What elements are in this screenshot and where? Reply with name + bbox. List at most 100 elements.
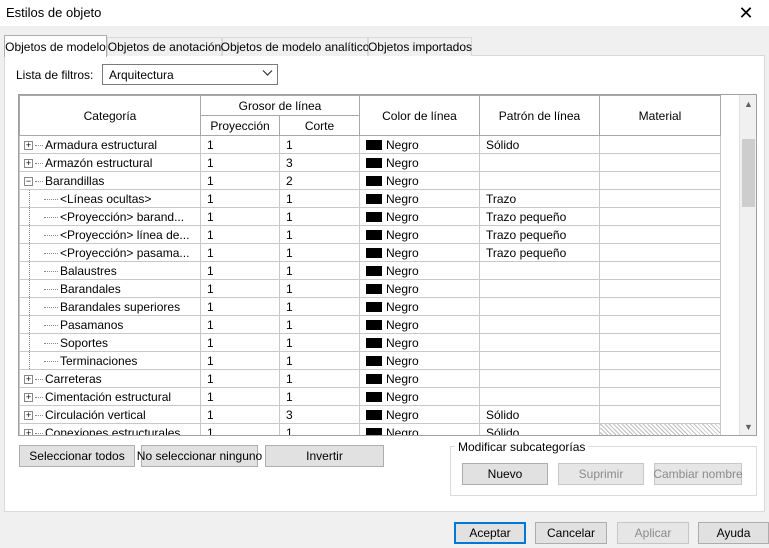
category-cell[interactable]: Barandales — [19, 279, 201, 298]
header-material[interactable]: Material — [599, 95, 721, 136]
projection-cell[interactable]: 1 — [200, 315, 280, 334]
category-cell[interactable]: + Cimentación estructural — [19, 387, 201, 406]
line-pattern-cell[interactable] — [479, 297, 600, 316]
plus-box-icon[interactable]: + — [24, 392, 33, 402]
header-color-de-linea[interactable]: Color de línea — [359, 95, 480, 136]
projection-cell[interactable]: 1 — [200, 351, 280, 370]
material-cell[interactable] — [599, 423, 721, 435]
line-color-cell[interactable]: Negro — [359, 279, 480, 298]
category-cell[interactable]: Balaustres — [19, 261, 201, 280]
table-row[interactable]: + Circulación vertical 1 3 Negro Sólido — [19, 405, 721, 424]
cut-cell[interactable]: 3 — [279, 153, 360, 172]
material-cell[interactable] — [599, 279, 721, 298]
header-patron-de-linea[interactable]: Patrón de línea — [479, 95, 600, 136]
cut-cell[interactable]: 1 — [279, 225, 360, 244]
table-row[interactable]: Soportes 1 1 Negro — [19, 333, 721, 352]
plus-box-icon[interactable]: + — [24, 158, 33, 168]
material-cell[interactable] — [599, 207, 721, 226]
table-row[interactable]: Barandales superiores 1 1 Negro — [19, 297, 721, 316]
scrollbar-thumb[interactable] — [742, 139, 755, 207]
delete-subcategory-button[interactable]: Suprimir — [558, 463, 644, 485]
invert-button[interactable]: Invertir — [265, 445, 384, 467]
material-cell[interactable] — [599, 135, 721, 154]
material-cell[interactable] — [599, 261, 721, 280]
category-cell[interactable]: Terminaciones — [19, 351, 201, 370]
line-color-cell[interactable]: Negro — [359, 207, 480, 226]
line-pattern-cell[interactable]: Sólido — [479, 405, 600, 424]
category-cell[interactable]: Pasamanos — [19, 315, 201, 334]
line-pattern-cell[interactable]: Sólido — [479, 135, 600, 154]
cut-cell[interactable]: 1 — [279, 315, 360, 334]
projection-cell[interactable]: 1 — [200, 189, 280, 208]
plus-box-icon[interactable]: + — [24, 374, 33, 384]
material-cell[interactable] — [599, 189, 721, 208]
table-row[interactable]: + Carreteras 1 1 Negro — [19, 369, 721, 388]
line-pattern-cell[interactable]: Trazo pequeño — [479, 207, 600, 226]
material-cell[interactable] — [599, 333, 721, 352]
line-pattern-cell[interactable]: Trazo pequeño — [479, 225, 600, 244]
line-color-cell[interactable]: Negro — [359, 225, 480, 244]
material-cell[interactable] — [599, 297, 721, 316]
cut-cell[interactable]: 1 — [279, 369, 360, 388]
header-categoria[interactable]: Categoría — [19, 95, 201, 136]
category-cell[interactable]: + Circulación vertical — [19, 405, 201, 424]
projection-cell[interactable]: 1 — [200, 387, 280, 406]
line-color-cell[interactable]: Negro — [359, 135, 480, 154]
projection-cell[interactable]: 1 — [200, 405, 280, 424]
material-cell[interactable] — [599, 225, 721, 244]
material-cell[interactable] — [599, 405, 721, 424]
cut-cell[interactable]: 1 — [279, 351, 360, 370]
table-row[interactable]: + Armadura estructural 1 1 Negro Sólido — [19, 135, 721, 154]
material-cell[interactable] — [599, 369, 721, 388]
table-row[interactable]: <Proyección> barand... 1 1 Negro Trazo peque… — [19, 207, 721, 226]
projection-cell[interactable]: 1 — [200, 243, 280, 262]
cut-cell[interactable]: 1 — [279, 189, 360, 208]
cut-cell[interactable]: 1 — [279, 243, 360, 262]
line-pattern-cell[interactable] — [479, 369, 600, 388]
cut-cell[interactable]: 1 — [279, 423, 360, 435]
line-pattern-cell[interactable] — [479, 153, 600, 172]
category-cell[interactable]: Barandales superiores — [19, 297, 201, 316]
category-cell[interactable]: + Armadura estructural — [19, 135, 201, 154]
line-color-cell[interactable]: Negro — [359, 369, 480, 388]
material-cell[interactable] — [599, 243, 721, 262]
category-cell[interactable]: <Proyección> línea de... — [19, 225, 201, 244]
projection-cell[interactable]: 1 — [200, 171, 280, 190]
table-row[interactable]: Barandales 1 1 Negro — [19, 279, 721, 298]
line-color-cell[interactable]: Negro — [359, 189, 480, 208]
category-cell[interactable]: <Proyección> barand... — [19, 207, 201, 226]
apply-button[interactable]: Aplicar — [617, 522, 689, 544]
line-pattern-cell[interactable] — [479, 171, 600, 190]
projection-cell[interactable]: 1 — [200, 333, 280, 352]
category-cell[interactable]: Soportes — [19, 333, 201, 352]
projection-cell[interactable]: 1 — [200, 423, 280, 435]
category-cell[interactable]: + Armazón estructural — [19, 153, 201, 172]
line-color-cell[interactable]: Negro — [359, 333, 480, 352]
line-color-cell[interactable]: Negro — [359, 405, 480, 424]
tab-objetos-de-anotacion[interactable]: Objetos de anotación — [107, 37, 222, 56]
table-row[interactable]: Terminaciones 1 1 Negro — [19, 351, 721, 370]
close-icon[interactable]: ✕ — [723, 0, 769, 26]
table-row[interactable]: <Líneas ocultas> 1 1 Negro Trazo — [19, 189, 721, 208]
line-color-cell[interactable]: Negro — [359, 297, 480, 316]
material-cell[interactable] — [599, 351, 721, 370]
cut-cell[interactable]: 3 — [279, 405, 360, 424]
ok-button[interactable]: Aceptar — [454, 522, 526, 544]
projection-cell[interactable]: 1 — [200, 279, 280, 298]
table-row[interactable]: <Proyección> línea de... 1 1 Negro Trazo peq… — [19, 225, 721, 244]
projection-cell[interactable]: 1 — [200, 261, 280, 280]
table-row[interactable]: + Armazón estructural 1 3 Negro — [19, 153, 721, 172]
cut-cell[interactable]: 1 — [279, 297, 360, 316]
line-pattern-cell[interactable] — [479, 333, 600, 352]
line-color-cell[interactable]: Negro — [359, 315, 480, 334]
line-pattern-cell[interactable]: Trazo — [479, 189, 600, 208]
plus-box-icon[interactable]: + — [24, 140, 33, 150]
cut-cell[interactable]: 1 — [279, 333, 360, 352]
line-pattern-cell[interactable] — [479, 261, 600, 280]
projection-cell[interactable]: 1 — [200, 207, 280, 226]
tab-objetos-importados[interactable]: Objetos importados — [368, 37, 472, 56]
cut-cell[interactable]: 1 — [279, 207, 360, 226]
category-cell[interactable]: <Líneas ocultas> — [19, 189, 201, 208]
cut-cell[interactable]: 1 — [279, 135, 360, 154]
rename-subcategory-button[interactable]: Cambiar nombre — [653, 463, 743, 485]
